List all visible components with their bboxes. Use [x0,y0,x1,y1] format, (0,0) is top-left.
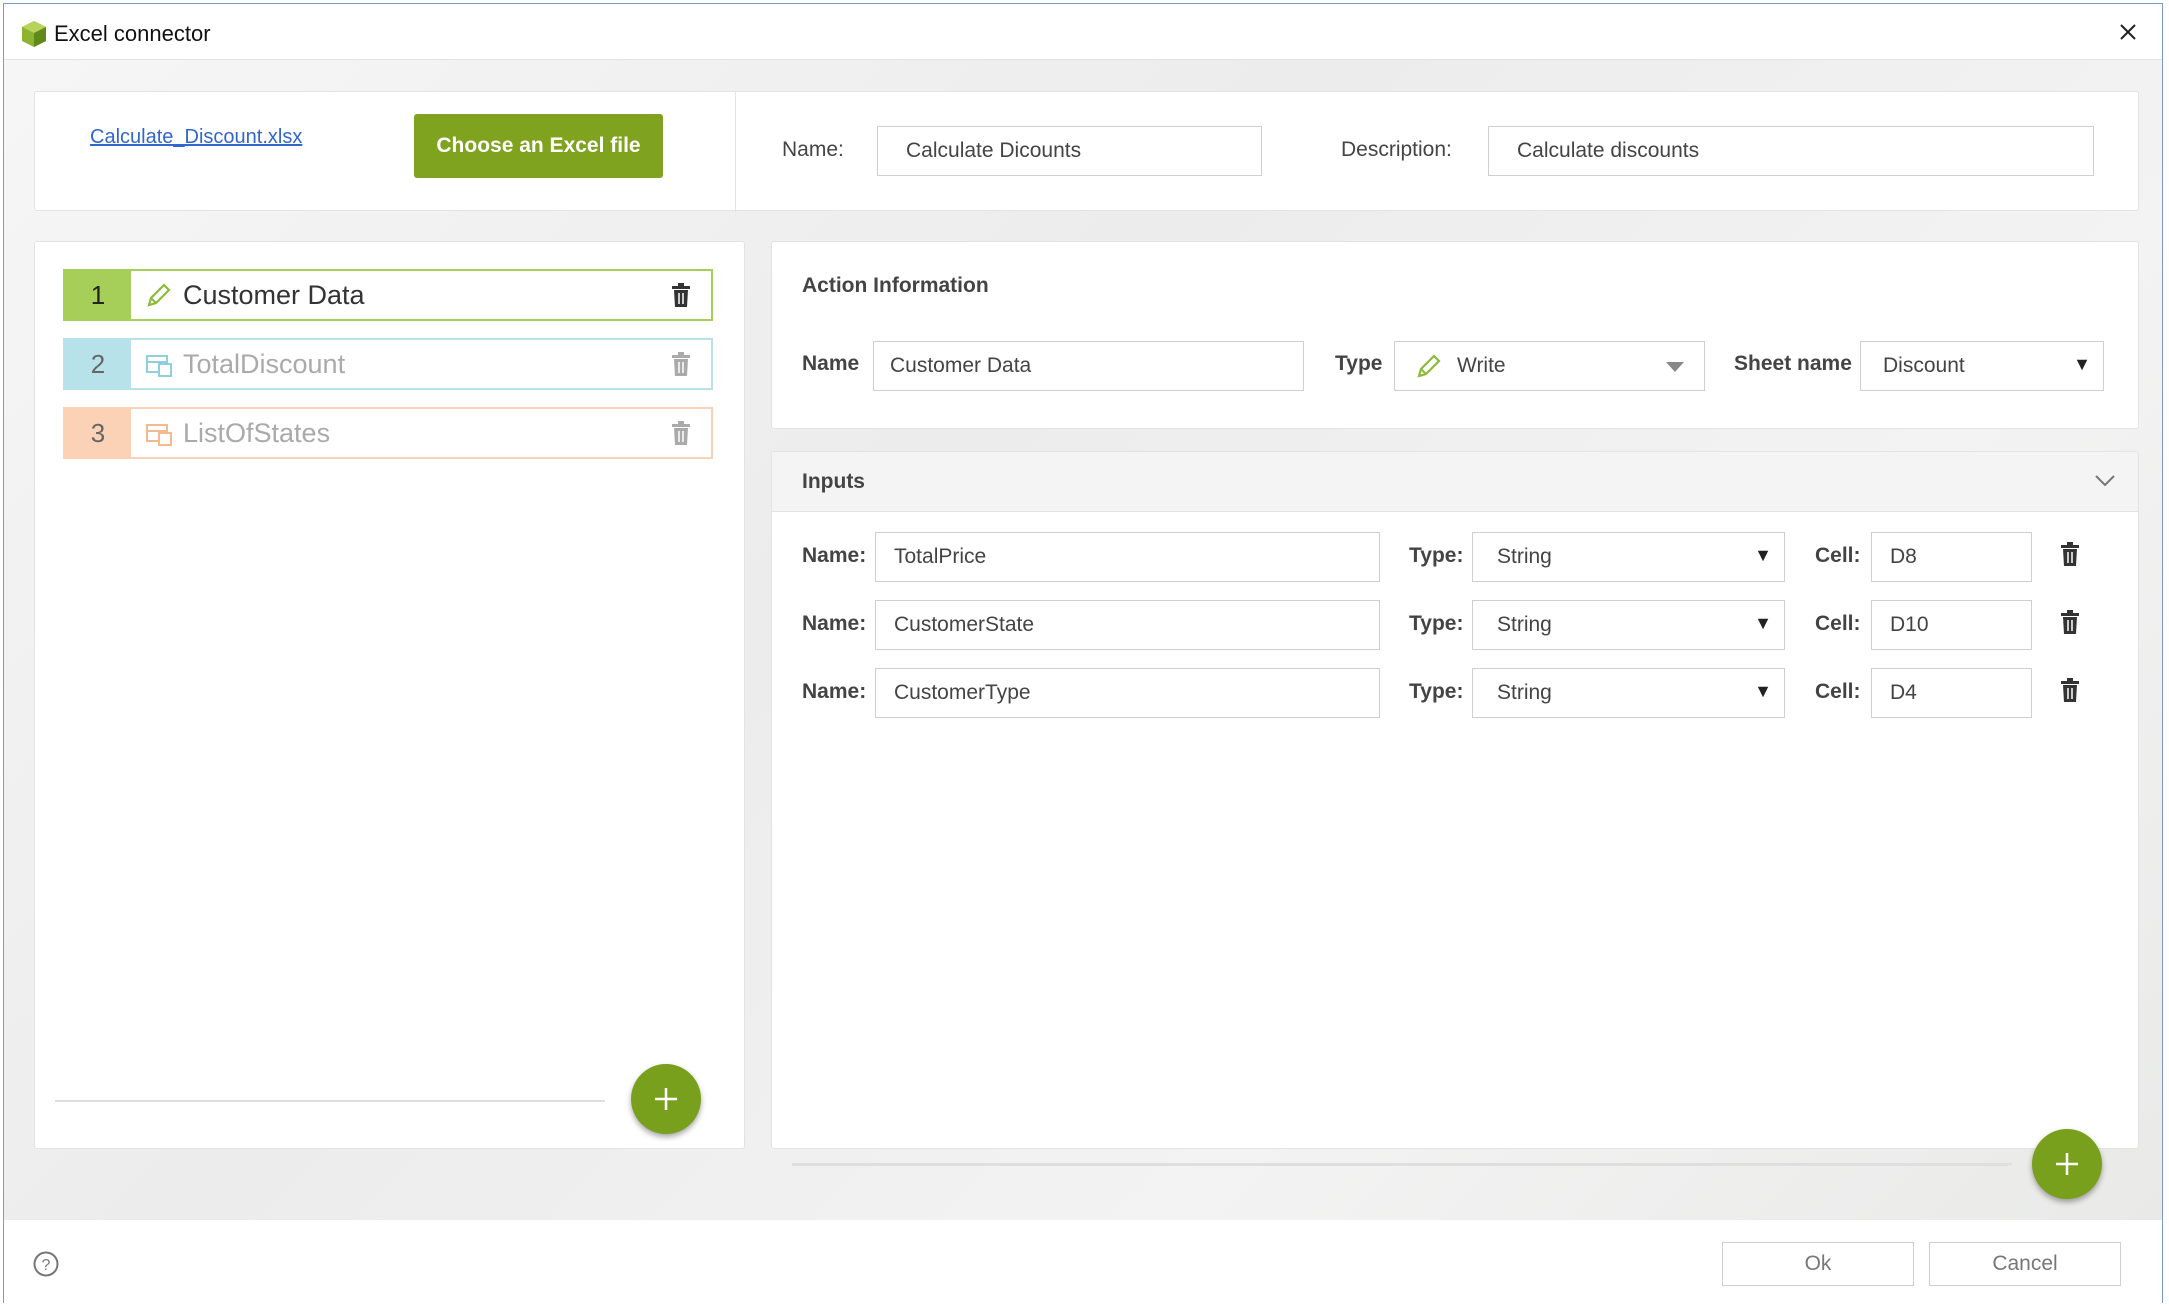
dropdown-caret-icon: ▼ [1754,545,1772,565]
action-name: Customer Data [183,279,365,310]
pencil-icon [1417,354,1441,378]
sheet-name-label: Sheet name [1734,352,1852,375]
input-cell-field[interactable]: D8 [1871,532,2032,582]
input-type-value: String [1497,681,1552,704]
divider [55,1100,605,1102]
input-name-field[interactable]: CustomerType [875,668,1380,718]
excel-connector-dialog: Excel connector Calculate_Discount.xlsx … [3,3,2163,1304]
input-name-field[interactable]: TotalPrice [875,532,1380,582]
window-title: Excel connector [54,21,211,46]
chevron-down-icon [1666,362,1684,372]
input-type-label: Type: [1409,680,1464,703]
description-input[interactable]: Calculate discounts [1488,126,2094,176]
choose-excel-file-button[interactable]: Choose an Excel file [414,114,663,178]
read-range-icon [146,424,172,446]
dialog-footer: ? Ok Cancel [4,1220,2162,1304]
description-label: Description: [1341,138,1452,161]
action-information-title: Action Information [802,274,989,297]
connector-name-label: Name: [782,138,844,161]
action-number: 2 [65,340,131,388]
action-item[interactable]: 3 ListOfStates [63,407,713,459]
input-name-label: Name: [802,612,867,635]
close-icon[interactable] [2112,16,2144,48]
dropdown-caret-icon: ▼ [2073,354,2091,374]
inputs-title: Inputs [802,470,865,493]
action-item[interactable]: 2 TotalDiscount [63,338,713,390]
add-input-button[interactable] [2032,1129,2102,1199]
inputs-header[interactable]: Inputs [772,452,2138,512]
pencil-icon [147,283,171,307]
sheet-name-select[interactable]: Discount ▼ [1860,341,2104,391]
title-bar: Excel connector [4,4,2162,60]
action-type-label: Type [1335,352,1383,375]
connector-name-input[interactable]: Calculate Dicounts [877,126,1262,176]
trash-icon[interactable] [669,420,693,446]
file-card: Calculate_Discount.xlsx Choose an Excel … [34,91,2139,212]
input-type-value: String [1497,613,1552,636]
trash-icon[interactable] [2058,541,2082,567]
action-information-card: Action Information Name Customer Data Ty… [771,241,2139,429]
input-cell-field[interactable]: D10 [1871,600,2032,650]
svg-text:?: ? [42,1257,51,1274]
cancel-button[interactable]: Cancel [1929,1242,2121,1286]
action-type-select[interactable]: Write [1394,341,1705,391]
trash-icon[interactable] [2058,677,2082,703]
help-icon[interactable]: ? [32,1250,60,1278]
dropdown-caret-icon: ▼ [1754,613,1772,633]
action-type-value: Write [1457,354,1506,377]
input-type-select[interactable]: String ▼ [1472,600,1785,650]
dialog-content: Calculate_Discount.xlsx Choose an Excel … [4,60,2162,1220]
action-number: 1 [65,271,131,319]
action-name-input[interactable]: Customer Data [873,341,1304,391]
input-name-label: Name: [802,544,867,567]
app-cube-icon [22,21,46,47]
inputs-card: Inputs Name: TotalPrice Type: String ▼ Cell: D… [771,451,2139,1199]
ok-button[interactable]: Ok [1722,1242,1914,1286]
excel-file-link[interactable]: Calculate_Discount.xlsx [90,126,302,149]
add-action-button[interactable] [631,1064,701,1134]
trash-icon[interactable] [669,282,693,308]
input-cell-label: Cell: [1815,680,1861,703]
action-name: TotalDiscount [183,348,346,379]
input-name-label: Name: [802,680,867,703]
input-type-label: Type: [1409,544,1464,567]
plus-icon [2056,1153,2078,1175]
action-name-label: Name [802,352,860,375]
input-type-label: Type: [1409,612,1464,635]
input-type-select[interactable]: String ▼ [1472,668,1785,718]
action-item[interactable]: 1 Customer Data [63,269,713,321]
trash-icon[interactable] [2058,609,2082,635]
action-number: 3 [65,409,131,457]
action-name: ListOfStates [183,417,331,448]
sheet-name-value: Discount [1883,354,1965,377]
divider [735,92,736,212]
input-type-value: String [1497,545,1552,568]
input-type-select[interactable]: String ▼ [1472,532,1785,582]
input-name-field[interactable]: CustomerState [875,600,1380,650]
actions-panel: 1 Customer Data 2 TotalDiscount 3 ListOfState… [34,241,745,1149]
input-cell-label: Cell: [1815,612,1861,635]
read-cells-icon [146,355,172,377]
divider [792,1164,2008,1166]
input-cell-label: Cell: [1815,544,1861,567]
trash-icon[interactable] [669,351,693,377]
dropdown-caret-icon: ▼ [1754,681,1772,701]
plus-icon [655,1088,677,1110]
input-cell-field[interactable]: D4 [1871,668,2032,718]
chevron-down-icon[interactable] [2094,474,2116,488]
